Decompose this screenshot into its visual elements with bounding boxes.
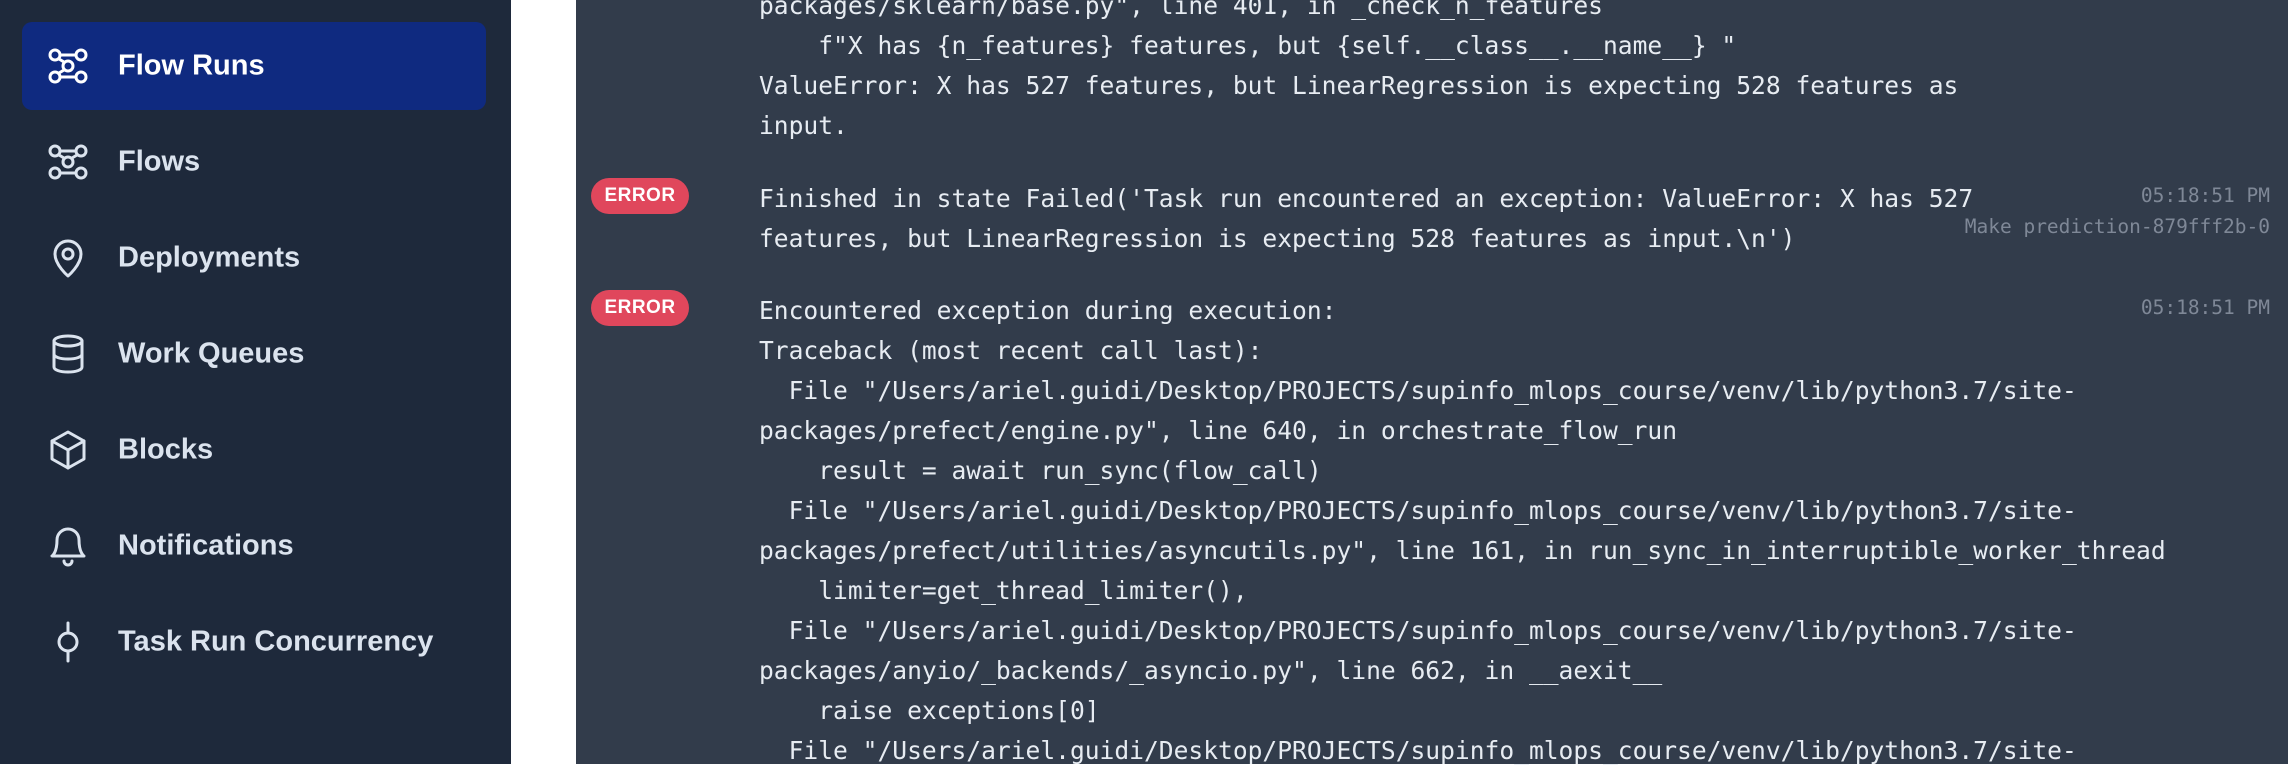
flows-icon: [46, 140, 90, 184]
sidebar-item-deployments[interactable]: Deployments: [22, 214, 486, 302]
log-timestamp: 05:18:51 PM: [2140, 296, 2270, 319]
sidebar-item-flows[interactable]: Flows: [22, 118, 486, 206]
sidebar-item-label: Flows: [118, 145, 201, 178]
sidebar-item-blocks[interactable]: Blocks: [22, 406, 486, 494]
sidebar-item-label: Task Run Concurrency: [118, 625, 434, 658]
error-badge: ERROR: [591, 290, 689, 326]
concurrency-icon: [46, 620, 90, 664]
sidebar-item-work-queues[interactable]: Work Queues: [22, 310, 486, 398]
log-message: Encountered exception during execution: …: [759, 296, 2166, 765]
sidebar-item-task-run-concurrency[interactable]: Task Run Concurrency: [22, 598, 486, 686]
bell-icon: [46, 524, 90, 568]
sidebar: Flow Runs Flows Deployments Work Queues …: [0, 0, 511, 764]
sidebar-item-label: Work Queues: [118, 337, 305, 370]
sidebar-item-label: Flow Runs: [118, 49, 265, 82]
log-message: Finished in state Failed('Task run encou…: [759, 184, 1974, 253]
cube-icon: [46, 428, 90, 472]
log-task-name[interactable]: Make prediction-879fff2b-0: [1965, 211, 2270, 242]
map-pin-icon: [46, 236, 90, 280]
flow-runs-icon: [46, 44, 90, 88]
error-badge: ERROR: [591, 178, 689, 214]
sidebar-item-label: Deployments: [118, 241, 301, 274]
sidebar-item-label: Blocks: [118, 433, 214, 466]
sidebar-item-flow-runs[interactable]: Flow Runs: [22, 22, 486, 110]
database-icon: [46, 332, 90, 376]
sidebar-item-label: Notifications: [118, 529, 294, 562]
log-timestamp: 05:18:51 PM: [2140, 184, 2270, 207]
log-continuation: packages/sklearn/base.py", line 401, in …: [759, 0, 1959, 140]
sidebar-item-notifications[interactable]: Notifications: [22, 502, 486, 590]
